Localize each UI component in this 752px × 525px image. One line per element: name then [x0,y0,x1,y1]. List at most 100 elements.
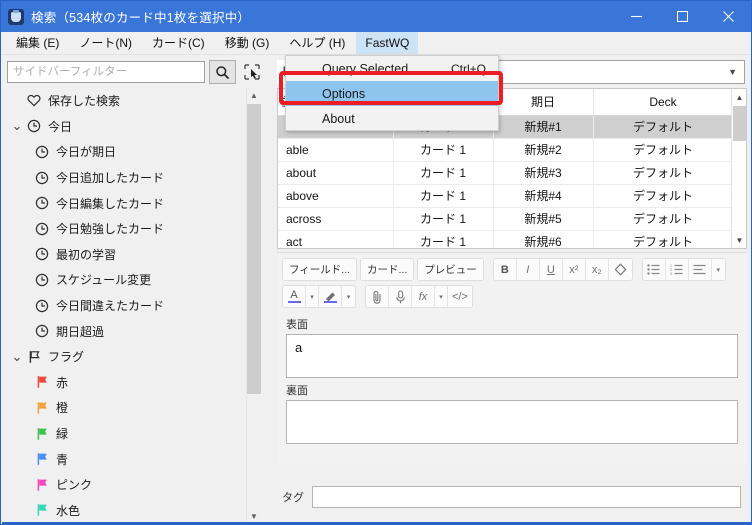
field-label-front: 表面 [286,319,308,331]
cell-due: 新規#5 [493,207,594,231]
table-row[interactable]: above カード 1 新規#4 デフォルト [278,184,734,208]
table-scrollbar[interactable]: ▲ ▼ [731,89,746,248]
highlighter-dropdown-icon[interactable]: ▾ [342,286,355,307]
menu-item-about[interactable]: About [286,106,498,131]
sidebar-scrollbar-thumb[interactable] [247,104,261,394]
text-color-dropdown-icon[interactable]: ▾ [306,286,319,307]
note-editor: フィールド... カード... プレビュー B I U x² x₂ 1 2 3 … [277,252,747,465]
menu-go[interactable]: 移動 (G) [216,32,279,54]
field-input-front[interactable]: a [286,334,738,378]
sidebar-item[interactable]: 今日編集したカード [2,190,255,216]
menu-note[interactable]: ノート(N) [70,32,141,54]
sidebar-item[interactable]: 保存した検索 [2,88,255,114]
sidebar-item[interactable]: 今日間違えたカード [2,293,255,319]
maximize-icon[interactable] [659,1,705,32]
column-header-deck[interactable]: Deck [593,89,734,116]
cell-sort-field: about [278,161,394,185]
menu-edit[interactable]: 編集 (E) [7,32,68,54]
microphone-icon[interactable] [389,286,412,307]
sidebar-item[interactable]: 水色 [2,498,255,524]
sidebar-item[interactable]: 期日超過 [2,318,255,344]
close-icon[interactable] [705,1,751,32]
sidebar-item[interactable]: スケジュール変更 [2,267,255,293]
tags-input[interactable] [312,486,741,508]
chevron-down-icon[interactable]: ▼ [728,67,740,77]
clock-icon [32,324,52,338]
highlighter-icon[interactable] [319,286,342,307]
superscript-icon[interactable]: x² [562,259,586,280]
fields-button[interactable]: フィールド... [283,259,357,280]
sidebar-scrollbar[interactable]: ▲ ▼ [246,88,261,524]
cell-card: カード 1 [393,161,494,185]
preview-button[interactable]: プレビュー [418,259,483,280]
sidebar-item[interactable]: 赤 [2,370,255,396]
paperclip-icon[interactable] [366,286,389,307]
color-buttons: A ▾ ▾ [282,285,356,308]
window-title: 検索（534枚のカード中1枚を選択中） [31,11,251,25]
menu-item-query-selected[interactable]: Query Selected Ctrl+Q [286,56,498,81]
sidebar-item[interactable]: 青 [2,446,255,472]
cell-sort-field: across [278,207,394,231]
underline-icon[interactable]: U [539,259,563,280]
table-row[interactable]: across カード 1 新規#5 デフォルト [278,207,734,231]
field-input-back[interactable] [286,400,738,444]
chevron-down-icon[interactable]: ⌄ [10,349,24,365]
fields-area: 表面 a 裏面 [277,308,747,444]
table-row[interactable]: about カード 1 新規#3 デフォルト [278,161,734,185]
sidebar-filter-input[interactable]: サイドバーフィルター [7,61,205,83]
html-editor-icon[interactable]: </> [448,286,472,307]
cell-deck: デフォルト [593,138,734,162]
align-dropdown-icon[interactable]: ▾ [711,259,725,280]
cards-button[interactable]: カード... [361,259,414,280]
clock-icon [24,119,44,133]
menu-item-query-selected-label: Query Selected [322,61,409,76]
sidebar-item[interactable]: 橙 [2,395,255,421]
chevron-down-icon[interactable]: ▼ [732,232,746,248]
cards-button-group: カード... [360,258,415,281]
sidebar-item[interactable]: 今日が期日 [2,139,255,165]
chevron-up-icon[interactable]: ▲ [732,89,746,105]
menu-item-options[interactable]: Options [286,81,498,106]
cell-sort-field: act [278,230,394,248]
sidebar-item[interactable]: 今日勉強したカード [2,216,255,242]
sidebar-item[interactable]: ⌄ フラグ [2,344,255,370]
table-row[interactable]: act カード 1 新規#6 デフォルト [278,230,734,248]
sidebar-filter-row: サイドバーフィルター [2,55,268,88]
menu-help[interactable]: ヘルプ (H) [280,32,354,54]
sidebar-item[interactable]: ピンク [2,472,255,498]
sidebar-item[interactable]: ⌄ 今日 [2,114,255,140]
clock-icon [32,222,52,236]
sidebar-item-label: 今日が期日 [56,145,117,160]
editor-toolbar-row1: フィールド... カード... プレビュー B I U x² x₂ 1 2 3 … [277,253,747,281]
title-bar: 検索（534枚のカード中1枚を選択中） [1,1,751,32]
table-scrollbar-thumb[interactable] [733,106,746,141]
equation-icon[interactable]: fx [412,286,435,307]
unordered-list-icon[interactable] [642,259,666,280]
sidebar-item[interactable]: 緑 [2,421,255,447]
bold-icon[interactable]: B [493,259,517,280]
flag-icon [32,375,52,389]
sidebar-item[interactable]: 今日追加したカード [2,165,255,191]
eraser-icon[interactable] [608,259,632,280]
menu-fastwq[interactable]: FastWQ [356,32,419,54]
clock-icon [32,171,52,185]
sidebar-item[interactable]: 最初の学習 [2,242,255,268]
cell-card: カード 1 [393,184,494,208]
chevron-down-icon[interactable]: ⌄ [10,118,24,134]
cell-due: 新規#4 [493,184,594,208]
equation-dropdown-icon[interactable]: ▾ [435,286,448,307]
menu-card[interactable]: カード(C) [143,32,214,54]
table-row[interactable]: able カード 1 新規#2 デフォルト [278,138,734,162]
ordered-list-icon[interactable]: 1 2 3 [665,259,689,280]
subscript-icon[interactable]: x₂ [585,259,609,280]
minimize-icon[interactable] [613,1,659,32]
sidebar-item-label: 今日編集したカード [56,196,165,211]
chevron-up-icon[interactable]: ▲ [247,88,261,103]
italic-icon[interactable]: I [516,259,540,280]
column-header-due[interactable]: 期日 [493,89,594,116]
sidebar-tree: 保存した検索 ⌄ 今日今日が期日今日追加したカード今日編集したカード今日勉強したカー… [2,88,255,524]
align-icon[interactable] [688,259,712,280]
selection-cursor-icon[interactable] [240,60,264,84]
text-color-icon[interactable]: A [283,286,306,307]
magnifier-icon[interactable] [209,60,236,84]
